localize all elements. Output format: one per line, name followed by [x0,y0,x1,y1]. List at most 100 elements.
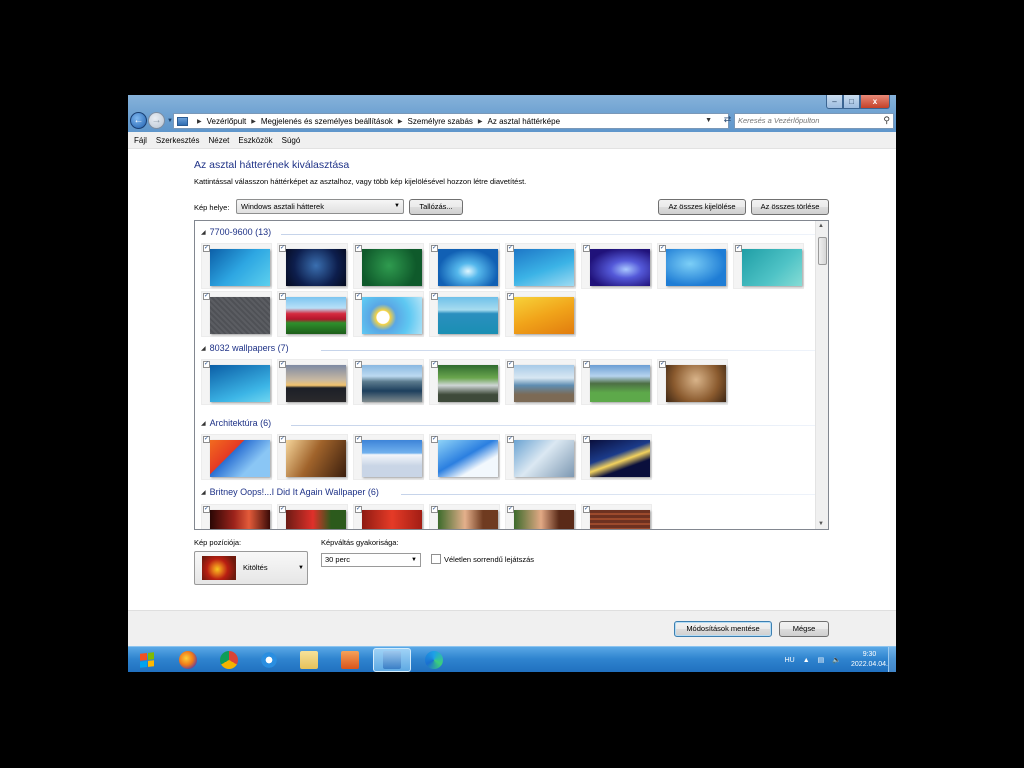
wallpaper-thumbnail[interactable]: ✓ [581,504,652,529]
wallpaper-checkbox[interactable]: ✓ [279,245,286,252]
forward-button[interactable]: → [148,112,165,129]
wallpaper-checkbox[interactable]: ✓ [203,506,210,513]
wallpaper-checkbox[interactable]: ✓ [583,245,590,252]
wallpaper-thumbnail[interactable]: ✓ [581,434,652,480]
wallpaper-thumbnail[interactable]: ✓ [353,359,424,405]
wallpaper-checkbox[interactable]: ✓ [279,506,286,513]
taskbar-app-button[interactable] [169,648,207,672]
menu-tools[interactable]: Eszközök [238,136,272,145]
address-dropdown-icon[interactable]: ▼ [705,117,712,124]
wallpaper-checkbox[interactable]: ✓ [355,245,362,252]
group-header[interactable]: ◢ 7700-9600 (13) [201,227,271,237]
picture-location-select[interactable]: Windows asztali hátterek ▼ [236,199,404,214]
menu-help[interactable]: Súgó [282,136,301,145]
wallpaper-checkbox[interactable]: ✓ [355,436,362,443]
wallpaper-checkbox[interactable]: ✓ [279,293,286,300]
wallpaper-checkbox[interactable]: ✓ [431,293,438,300]
wallpaper-thumbnail[interactable]: ✓ [201,504,272,529]
taskbar-app-button[interactable] [373,648,411,672]
wallpaper-checkbox[interactable]: ✓ [431,506,438,513]
back-button[interactable]: ← [130,112,147,129]
group-header[interactable]: ◢ Britney Oops!...I Did It Again Wallpape… [201,487,379,497]
address-bar[interactable]: ▶ Vezérlőpult ▶ Megjelenés és személyes be… [173,113,729,129]
maximize-button[interactable]: □ [843,95,860,109]
wallpaper-thumbnail[interactable]: ✓ [657,359,728,405]
wallpaper-checkbox[interactable]: ✓ [355,506,362,513]
menu-file[interactable]: Fájl [134,136,147,145]
wallpaper-thumbnail[interactable]: ✓ [277,359,348,405]
start-button[interactable] [131,648,163,672]
collapse-triangle-icon[interactable]: ◢ [201,489,206,496]
wallpaper-gallery[interactable]: ◢ 7700-9600 (13) ✓ ✓ ✓ ✓ ✓ ✓ ✓ ✓ ✓ ✓ ✓ ✓ ✓ ◢ 8032 wallpa… [194,220,829,530]
wallpaper-checkbox[interactable]: ✓ [583,506,590,513]
group-header[interactable]: ◢ 8032 wallpapers (7) [201,343,289,353]
wallpaper-checkbox[interactable]: ✓ [507,506,514,513]
breadcrumb-szemelyre-szabas[interactable]: ▶ Személyre szabás [393,117,473,126]
wallpaper-thumbnail[interactable]: ✓ [353,434,424,480]
show-hidden-icons-icon[interactable]: ▲ [803,657,810,664]
scrollbar-thumb[interactable] [818,237,827,265]
select-all-button[interactable]: Az összes kijelölése [658,199,746,215]
wallpaper-checkbox[interactable]: ✓ [507,245,514,252]
taskbar-app-button[interactable] [210,648,248,672]
clock[interactable]: 9:30 2022.04.04. [851,650,888,670]
wallpaper-thumbnail[interactable]: ✓ [429,359,500,405]
wallpaper-checkbox[interactable]: ✓ [735,245,742,252]
wallpaper-thumbnail[interactable]: ✓ [505,504,576,529]
network-icon[interactable]: ▤ [818,656,825,664]
wallpaper-checkbox[interactable]: ✓ [203,293,210,300]
wallpaper-checkbox[interactable]: ✓ [431,436,438,443]
collapse-triangle-icon[interactable]: ◢ [201,229,206,236]
change-frequency-select[interactable]: 30 perc ▼ [321,553,421,567]
vertical-scrollbar[interactable]: ▲ ▼ [815,221,828,529]
wallpaper-checkbox[interactable]: ✓ [507,436,514,443]
save-changes-button[interactable]: Módosítások mentése [674,621,772,637]
wallpaper-thumbnail[interactable]: ✓ [429,504,500,529]
breadcrumb-asztal-hatterkepe[interactable]: ▶ Az asztal háttérképe [473,117,560,126]
wallpaper-thumbnail[interactable]: ✓ [505,359,576,405]
wallpaper-checkbox[interactable]: ✓ [431,245,438,252]
taskbar-app-button[interactable] [331,648,369,672]
close-button[interactable]: x [860,95,890,109]
wallpaper-checkbox[interactable]: ✓ [583,361,590,368]
wallpaper-checkbox[interactable]: ✓ [279,361,286,368]
wallpaper-thumbnail[interactable]: ✓ [353,243,424,289]
wallpaper-thumbnail[interactable]: ✓ [201,359,272,405]
breadcrumb-megjelenes[interactable]: ▶ Megjelenés és személyes beállítások [246,117,393,126]
wallpaper-thumbnail[interactable]: ✓ [505,434,576,480]
search-input[interactable] [738,114,873,127]
cancel-button[interactable]: Mégse [779,621,829,637]
scroll-up-icon[interactable]: ▲ [818,223,824,229]
wallpaper-thumbnail[interactable]: ✓ [353,504,424,529]
wallpaper-thumbnail[interactable]: ✓ [201,291,272,337]
taskbar-app-button[interactable] [290,648,328,672]
wallpaper-thumbnail[interactable]: ✓ [505,291,576,337]
breadcrumb-vezerlopult[interactable]: ▶ Vezérlőpult [192,117,246,126]
wallpaper-thumbnail[interactable]: ✓ [429,243,500,289]
volume-icon[interactable]: 🔈 [832,656,841,664]
language-indicator[interactable]: HU [785,657,795,664]
wallpaper-thumbnail[interactable]: ✓ [505,243,576,289]
wallpaper-thumbnail[interactable]: ✓ [581,243,652,289]
wallpaper-checkbox[interactable]: ✓ [507,361,514,368]
wallpaper-checkbox[interactable]: ✓ [583,436,590,443]
wallpaper-thumbnail[interactable]: ✓ [733,243,804,289]
picture-position-select[interactable]: Kitöltés ▼ [194,551,308,585]
search-box[interactable]: ⚲ [734,113,894,129]
wallpaper-checkbox[interactable]: ✓ [203,436,210,443]
collapse-triangle-icon[interactable]: ◢ [201,345,206,352]
collapse-triangle-icon[interactable]: ◢ [201,420,206,427]
wallpaper-thumbnail[interactable]: ✓ [277,291,348,337]
group-header[interactable]: ◢ Architektúra (6) [201,418,271,428]
taskbar-app-button[interactable] [250,648,288,672]
wallpaper-thumbnail[interactable]: ✓ [201,434,272,480]
wallpaper-thumbnail[interactable]: ✓ [429,291,500,337]
wallpaper-checkbox[interactable]: ✓ [279,436,286,443]
wallpaper-checkbox[interactable]: ✓ [203,361,210,368]
taskbar-app-button[interactable] [415,648,453,672]
minimize-button[interactable]: – [826,95,843,109]
wallpaper-checkbox[interactable]: ✓ [659,361,666,368]
show-desktop-button[interactable] [888,647,896,672]
wallpaper-thumbnail[interactable]: ✓ [201,243,272,289]
search-icon[interactable]: ⚲ [883,115,890,126]
